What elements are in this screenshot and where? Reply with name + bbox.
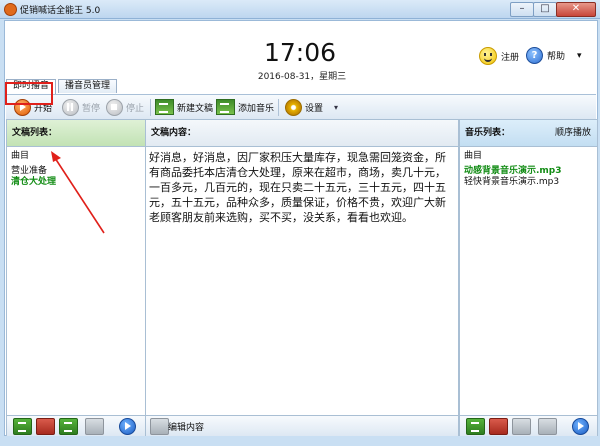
main-window: 17:06 2016-08-31，星期三 注册 ? 帮助 ▾ 即时播音 播音员管… bbox=[4, 20, 598, 437]
music-list-panel: 音乐列表： 顺序播放 曲目 动感背景音乐演示.mp3 轻快背景音乐演示.mp3 bbox=[459, 119, 598, 416]
settings-chevron-down-icon[interactable]: ▾ bbox=[334, 103, 338, 112]
list-item[interactable]: 营业准备 bbox=[11, 166, 141, 177]
play-doc-icon[interactable] bbox=[119, 418, 136, 435]
music-list-column-header: 曲目 bbox=[464, 151, 483, 161]
pause-label: 暂停 bbox=[82, 103, 101, 114]
help-icon: ? bbox=[526, 47, 543, 64]
pause-icon bbox=[62, 98, 79, 116]
list-item-selected[interactable]: 动感背景音乐演示.mp3 bbox=[464, 166, 593, 177]
move-down-icon[interactable] bbox=[85, 418, 104, 435]
status-bar bbox=[0, 436, 600, 446]
music-list-title: 音乐列表： bbox=[465, 128, 511, 138]
add-music-button[interactable]: 添加音乐 bbox=[216, 98, 274, 116]
help-button[interactable]: ? 帮助 ▾ bbox=[526, 47, 582, 64]
delete-music-icon[interactable] bbox=[489, 418, 508, 435]
doc-content-panel: 文稿内容： 好消息，好消息，因厂家积压大量库存，现急需回笼资金，所有商品委托本店… bbox=[145, 119, 459, 416]
register-label: 注册 bbox=[501, 52, 520, 63]
doc-content-header: 文稿内容： bbox=[146, 120, 458, 147]
start-button-highlight bbox=[5, 82, 53, 105]
stop-icon bbox=[106, 98, 123, 116]
play-order-toggle[interactable]: 顺序播放 bbox=[555, 120, 591, 146]
toolbar: 开始 暂停 停止 新建文稿 添加音乐 设置 ▾ bbox=[6, 94, 596, 120]
doc-content-text[interactable]: 好消息，好消息，因厂家积压大量库存，现急需回笼资金，所有商品委托本店清仓大处理，… bbox=[146, 147, 458, 228]
add-music-label: 添加音乐 bbox=[238, 103, 275, 114]
music-move-down-icon[interactable] bbox=[538, 418, 557, 435]
delete-doc-icon[interactable] bbox=[36, 418, 55, 435]
settings-label: 设置 bbox=[305, 103, 324, 114]
title-bar: 促销喊话全能王 5.0 – □ ✕ bbox=[0, 0, 600, 19]
smiley-icon bbox=[479, 47, 497, 65]
list-item[interactable]: 轻快背景音乐演示.mp3 bbox=[464, 177, 593, 188]
doc-list-header: 文稿列表： bbox=[7, 120, 145, 147]
stop-label: 停止 bbox=[126, 103, 145, 114]
clock-date: 2016-08-31，星期三 bbox=[257, 72, 347, 82]
move-up-icon[interactable] bbox=[59, 418, 78, 435]
window-title: 促销喊话全能王 5.0 bbox=[20, 6, 101, 16]
new-doc-button[interactable]: 新建文稿 bbox=[155, 98, 213, 116]
maximize-button[interactable]: □ bbox=[533, 2, 557, 17]
add-music-icon bbox=[216, 99, 235, 115]
stop-button[interactable]: 停止 bbox=[106, 98, 144, 116]
help-label: 帮助 bbox=[547, 52, 566, 62]
doc-list-panel: 文稿列表： 曲目 营业准备 清仓大处理 bbox=[6, 119, 146, 416]
play-music-icon[interactable] bbox=[572, 418, 589, 435]
close-button[interactable]: ✕ bbox=[556, 2, 596, 17]
add-music-row-icon[interactable] bbox=[466, 418, 485, 435]
tab-announcer-management[interactable]: 播音员管理 bbox=[58, 79, 118, 93]
toolbar-divider bbox=[150, 99, 151, 116]
doc-content-actions: 编辑内容 bbox=[145, 415, 459, 437]
help-menu-chevron-icon[interactable]: ▾ bbox=[577, 51, 582, 61]
music-list-header: 音乐列表： 顺序播放 bbox=[460, 120, 597, 147]
new-doc-icon bbox=[155, 99, 174, 115]
clock-time: 17:06 bbox=[263, 38, 337, 67]
list-item-selected[interactable]: 清仓大处理 bbox=[11, 177, 141, 188]
settings-button[interactable]: 设置 ▾ bbox=[285, 98, 338, 116]
music-list-actions bbox=[459, 415, 598, 437]
edit-icon[interactable] bbox=[150, 418, 169, 435]
pause-button[interactable]: 暂停 bbox=[62, 98, 100, 116]
add-doc-icon[interactable] bbox=[13, 418, 32, 435]
app-icon bbox=[4, 3, 17, 16]
music-move-up-icon[interactable] bbox=[512, 418, 531, 435]
doc-list-column-header: 曲目 bbox=[11, 151, 30, 161]
gear-icon bbox=[285, 98, 302, 116]
minimize-button[interactable]: – bbox=[510, 2, 534, 17]
edit-content-button[interactable]: 编辑内容 bbox=[168, 420, 204, 433]
register-button[interactable]: 注册 bbox=[479, 47, 519, 65]
toolbar-divider bbox=[278, 99, 279, 116]
new-doc-label: 新建文稿 bbox=[177, 103, 214, 114]
doc-list-actions bbox=[6, 415, 146, 437]
